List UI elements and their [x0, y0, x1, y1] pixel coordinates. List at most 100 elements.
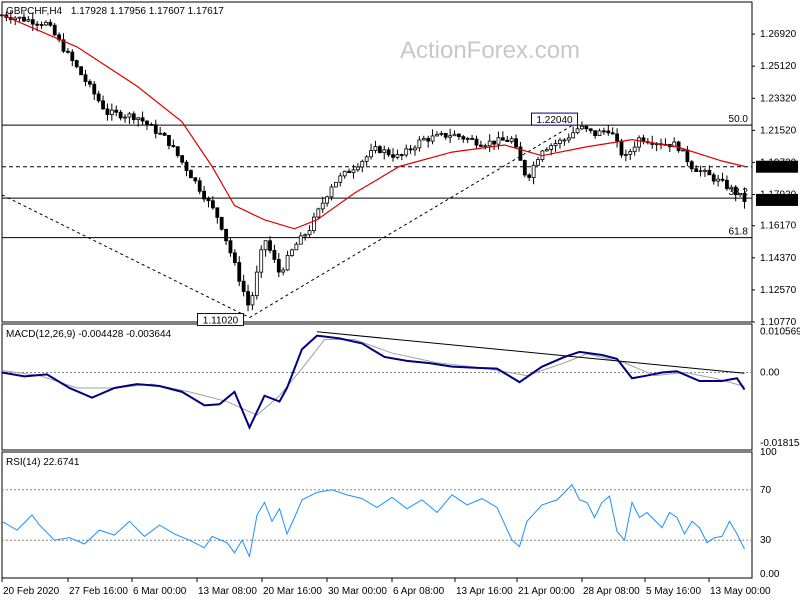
- candle-body: [180, 155, 185, 163]
- candle-body: [514, 138, 518, 148]
- candle-body: [206, 198, 211, 202]
- candle-body: [30, 19, 35, 25]
- candle-body: [623, 153, 628, 156]
- candle-body: [74, 60, 79, 68]
- candle-body: [70, 51, 75, 61]
- candle-body: [325, 196, 330, 204]
- candle-body: [566, 137, 571, 141]
- candle-body: [426, 138, 431, 142]
- candle-body: [457, 133, 461, 138]
- candle-body: [408, 148, 413, 151]
- quote-label: 1.17928 1.17956 1.17607 1.17617: [71, 6, 224, 17]
- candle-body: [470, 138, 475, 140]
- candle-body: [391, 154, 395, 158]
- candle-body: [443, 133, 448, 138]
- x-tick-label: 5 May 16:00: [646, 586, 701, 597]
- candle-body: [123, 116, 127, 119]
- candle-body: [22, 16, 26, 22]
- candle-body: [105, 108, 110, 115]
- candle-body: [298, 235, 303, 245]
- candle-body: [153, 124, 158, 134]
- candle-body: [738, 192, 743, 196]
- candle-body: [536, 159, 540, 166]
- candle-body: [140, 117, 145, 122]
- candle-body: [720, 178, 725, 181]
- candle-body: [66, 50, 70, 53]
- price-y-tick-label: 1.14370: [760, 253, 797, 264]
- candle-body: [136, 117, 141, 120]
- price-y-tick-label: 1.21520: [760, 125, 797, 136]
- candle-body: [101, 100, 105, 110]
- swing-label: 1.22040: [536, 115, 573, 126]
- rsi-y-tick-label: 100: [760, 447, 777, 458]
- candle-body: [109, 109, 114, 115]
- candle-body: [395, 154, 400, 158]
- candle-body: [149, 123, 154, 126]
- candle-body: [685, 149, 690, 163]
- candle-body: [413, 147, 417, 151]
- candle-body: [689, 161, 694, 170]
- candle-body: [259, 249, 264, 273]
- candle-body: [232, 252, 237, 263]
- candle-body: [92, 83, 97, 95]
- fib-level-label: 61.8: [729, 227, 749, 238]
- candle-body: [377, 146, 382, 154]
- candle-body: [465, 138, 470, 140]
- candle-body: [334, 181, 338, 188]
- candle-body: [237, 262, 242, 282]
- candle-body: [39, 24, 44, 26]
- candle-body: [619, 140, 624, 156]
- candle-body: [254, 271, 259, 297]
- candle-body: [404, 148, 409, 156]
- price-panel-header: GBPCHF,H4 1.17928 1.17956 1.17607 1.1761…: [6, 6, 224, 17]
- chart-svg: ActionForex.com 1.26920 1.25120 1.23320 1.2…: [0, 0, 800, 600]
- candle-body: [628, 151, 633, 155]
- price-y-tick-label: 1.16170: [760, 221, 797, 232]
- last-price-tag: 1.17617: [760, 196, 797, 207]
- symbol-label: GBPCHF,H4: [6, 6, 63, 17]
- candle-body: [351, 169, 356, 174]
- candle-body: [742, 192, 747, 202]
- candle-body: [725, 179, 729, 189]
- candle-body: [118, 111, 123, 119]
- candle-body: [48, 21, 53, 26]
- x-tick-label: 6 Apr 08:00: [393, 586, 445, 597]
- candle-body: [145, 120, 149, 125]
- candle-body: [320, 202, 325, 210]
- candle-body: [175, 146, 180, 157]
- rsi-panel-title: RSI(14) 22.6741: [6, 457, 80, 468]
- candle-body: [421, 138, 426, 141]
- candle-body: [716, 178, 721, 182]
- price-y-tick-label: 1.23320: [760, 93, 797, 104]
- candle-body: [294, 243, 299, 251]
- candle-body: [184, 161, 189, 171]
- candle-body: [224, 228, 228, 242]
- candle-body: [219, 216, 224, 230]
- candle-body: [338, 175, 343, 183]
- candle-body: [44, 21, 48, 26]
- candle-body: [500, 137, 505, 141]
- candle-body: [215, 207, 220, 218]
- candle-body: [285, 255, 290, 271]
- candle-body: [382, 149, 387, 154]
- candle-body: [417, 139, 422, 149]
- candle-body: [87, 81, 92, 85]
- chart-background: [0, 0, 800, 600]
- candle-body: [703, 169, 707, 172]
- candle-body: [303, 234, 308, 237]
- candle-body: [79, 66, 83, 76]
- candle-body: [369, 150, 373, 158]
- candle-body: [272, 249, 277, 260]
- candle-body: [228, 240, 233, 254]
- candle-body: [202, 190, 207, 200]
- candle-body: [733, 186, 738, 196]
- chart-root: ActionForex.com 1.26920 1.25120 1.23320 1.2…: [0, 0, 800, 600]
- candle-body: [584, 125, 589, 130]
- candle-body: [492, 140, 496, 145]
- candle-body: [707, 169, 712, 176]
- candle-body: [342, 170, 347, 177]
- candle-body: [167, 134, 171, 146]
- macd-y-tick-label: 0.010569: [760, 326, 800, 337]
- candle-body: [114, 109, 119, 113]
- candle-body: [246, 291, 250, 306]
